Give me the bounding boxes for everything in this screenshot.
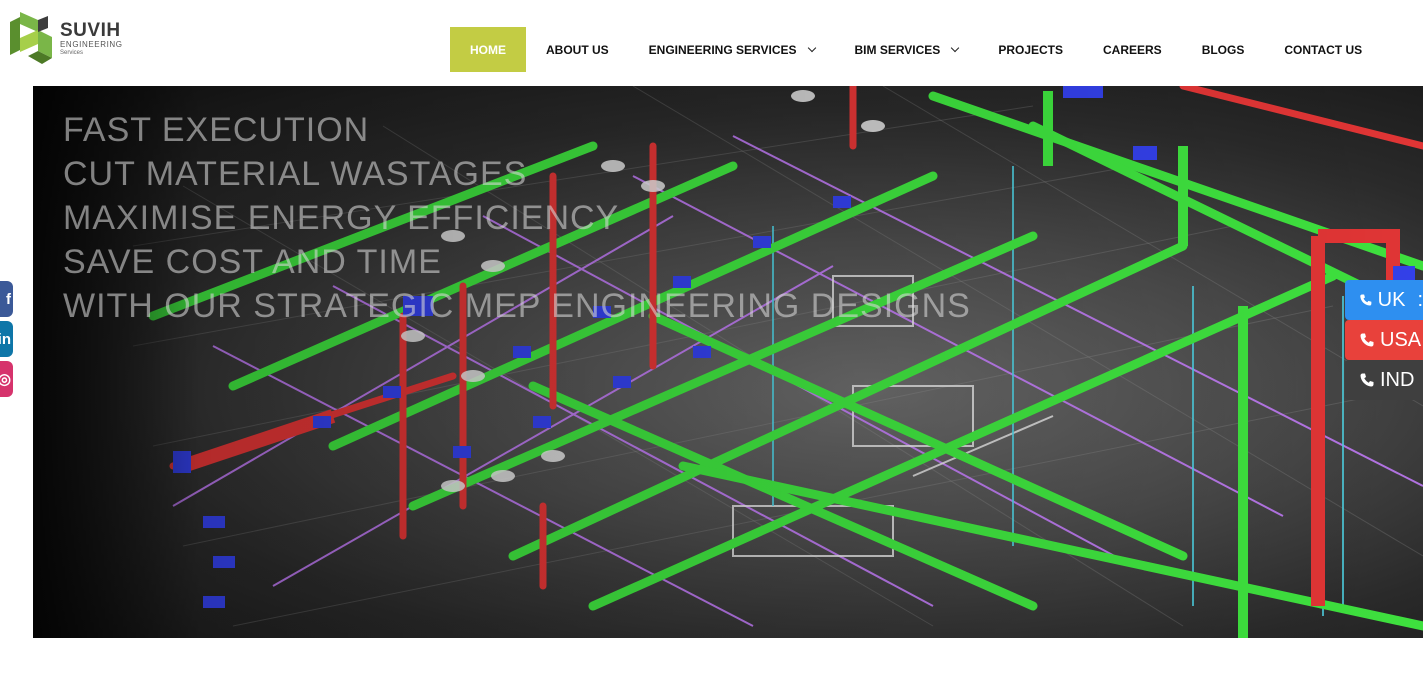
- logo-mark-icon: [10, 12, 52, 64]
- nav-about-us[interactable]: ABOUT US: [526, 27, 629, 72]
- main-nav: HOME ABOUT US ENGINEERING SERVICES BIM S…: [450, 27, 1382, 72]
- phone-contact-tabs: UK : USA IND: [1345, 280, 1423, 400]
- nav-label: ENGINEERING SERVICES: [648, 42, 797, 57]
- site-logo[interactable]: SUVIH ENGINEERING Services: [8, 10, 138, 66]
- nav-projects[interactable]: PROJECTS: [978, 27, 1083, 72]
- nav-label: PROJECTS: [998, 42, 1063, 57]
- phone-tab-ind[interactable]: IND: [1345, 360, 1423, 400]
- brand-subtagline: Services: [60, 49, 84, 56]
- tagline-line-5: WITH OUR STRATEGIC MEP ENGINEERING DESIG…: [63, 287, 971, 325]
- phone-icon: [1360, 333, 1374, 347]
- instagram-icon[interactable]: ◎: [0, 361, 13, 397]
- nav-label: BLOGS: [1201, 42, 1245, 57]
- linkedin-icon[interactable]: in: [0, 321, 13, 357]
- tagline-line-2: CUT MATERIAL WASTAGES: [63, 155, 528, 193]
- phone-icon: [1360, 373, 1374, 387]
- phone-tab-label: UK: [1377, 288, 1406, 311]
- phone-tab-label: USA: [1380, 328, 1422, 351]
- site-header: SUVIH ENGINEERING Services HOME ABOUT US…: [0, 0, 1423, 86]
- chevron-down-icon: [951, 43, 960, 52]
- social-sidebar: f in ◎: [0, 281, 13, 397]
- phone-tab-suffix: :: [1417, 288, 1423, 311]
- facebook-glyph: f: [6, 290, 11, 308]
- brand-tagline: ENGINEERING: [60, 39, 123, 49]
- phone-tab-label: IND: [1380, 368, 1415, 391]
- nav-contact-us[interactable]: CONTACT US: [1264, 27, 1382, 72]
- phone-tab-usa[interactable]: USA: [1345, 320, 1423, 360]
- nav-bim-services[interactable]: BIM SERVICES: [835, 27, 979, 72]
- tagline-line-4: SAVE COST AND TIME: [63, 243, 442, 281]
- nav-blogs[interactable]: BLOGS: [1182, 27, 1265, 72]
- tagline-line-3: MAXIMISE ENERGY EFFICIENCY: [63, 199, 620, 237]
- phone-icon: [1360, 294, 1372, 306]
- facebook-icon[interactable]: f: [0, 281, 13, 317]
- hero-tagline: FAST EXECUTION CUT MATERIAL WASTAGES MAX…: [63, 108, 971, 328]
- nav-label: CONTACT US: [1284, 42, 1363, 57]
- hero-banner: FAST EXECUTION CUT MATERIAL WASTAGES MAX…: [33, 86, 1423, 638]
- nav-label: CAREERS: [1103, 42, 1162, 57]
- chevron-down-icon: [807, 43, 816, 52]
- nav-careers[interactable]: CAREERS: [1083, 27, 1182, 72]
- linkedin-glyph: in: [0, 330, 11, 348]
- nav-label: BIM SERVICES: [854, 42, 941, 57]
- brand-name: SUVIH: [60, 19, 121, 41]
- tagline-line-1: FAST EXECUTION: [63, 111, 370, 149]
- nav-home[interactable]: HOME: [450, 27, 526, 72]
- nav-label: HOME: [470, 42, 506, 57]
- nav-label: ABOUT US: [546, 42, 609, 57]
- nav-engineering-services[interactable]: ENGINEERING SERVICES: [629, 27, 835, 72]
- instagram-glyph: ◎: [0, 371, 11, 388]
- phone-tab-uk[interactable]: UK :: [1345, 280, 1423, 320]
